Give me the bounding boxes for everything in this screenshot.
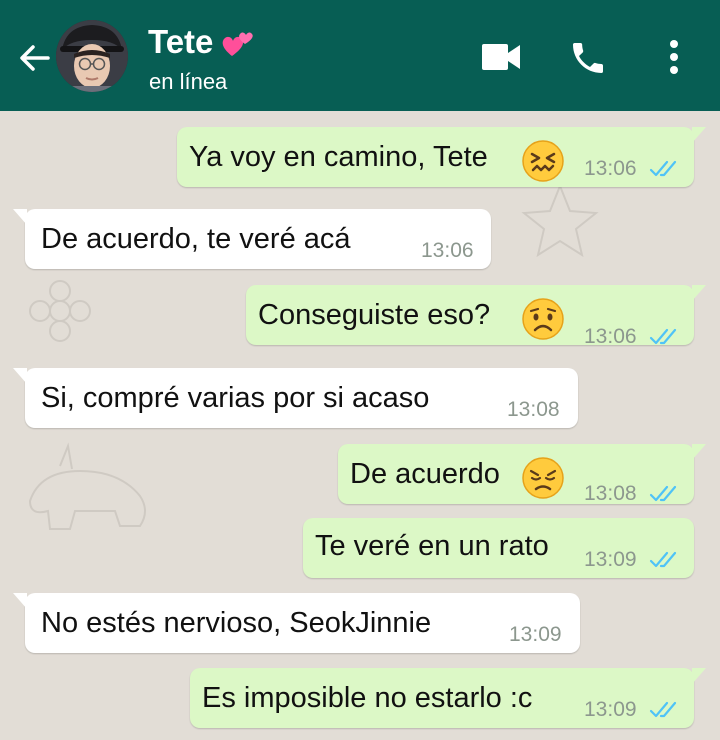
bubble-tail [692,127,706,143]
message-text: No estés nervioso, SeokJinnie [41,607,432,639]
message-time: 13:06 [584,325,637,348]
message-time: 13:09 [584,698,637,721]
chat-area[interactable]: Ya voy en camino, Tete 13:06 De acuerdo,… [0,111,720,740]
chat-header: Tete en línea [0,0,720,111]
more-options-icon[interactable] [664,38,684,78]
outgoing-message[interactable]: Es imposible no estarlo :c 13:09 [190,668,706,728]
message-time: 13:06 [421,239,474,262]
read-ticks-icon [649,328,677,345]
message-time: 13:09 [509,623,562,646]
outgoing-message[interactable]: Conseguiste eso? 13:06 [246,285,706,348]
message-time: 13:08 [507,398,560,421]
outgoing-message[interactable]: De acuerdo 13:08 [338,444,706,505]
contact-name[interactable]: Tete [148,22,255,62]
bubble-tail [13,368,27,384]
read-ticks-icon [649,485,677,502]
two-hearts-icon [223,32,254,57]
message-time: 13:08 [584,482,637,505]
voice-call-icon[interactable] [568,38,608,78]
bubble-tail [692,444,706,460]
bubble-tail [692,285,706,301]
message-text: Si, compré varias por si acaso [41,382,430,414]
wallpaper-flower-icon [29,280,91,342]
message-text: De acuerdo [350,458,500,490]
disappointed-face-emoji-icon [522,457,564,499]
message-time: 13:06 [584,157,637,180]
video-call-icon[interactable] [481,42,521,72]
message-text: Conseguiste eso? [258,299,491,331]
contact-avatar[interactable] [56,20,128,92]
outgoing-message[interactable]: Te veré en un rato 13:09 [303,518,694,578]
message-text: De acuerdo, te veré acá [41,223,351,255]
contact-status: en línea [149,69,228,94]
read-ticks-icon [649,701,677,718]
bubble-tail [692,668,706,684]
bubble-tail [13,209,27,225]
worried-face-emoji-icon [522,298,564,340]
incoming-message[interactable]: Si, compré varias por si acaso 13:08 [13,368,578,428]
contact-name-label: Tete [148,23,214,60]
confounded-face-emoji-icon [522,140,564,182]
outgoing-message[interactable]: Ya voy en camino, Tete 13:06 [177,127,706,187]
incoming-message[interactable]: De acuerdo, te veré acá 13:06 [13,209,491,269]
read-ticks-icon [649,160,677,177]
read-ticks-icon [649,551,677,568]
wallpaper-rhino-icon [28,442,146,530]
wallpaper-star-icon [521,183,599,258]
back-arrow-icon[interactable] [14,38,54,78]
message-time: 13:09 [584,548,637,571]
message-text: Es imposible no estarlo :c [202,682,533,714]
message-text: Te veré en un rato [315,530,549,562]
bubble-tail [13,593,27,609]
message-text: Ya voy en camino, Tete [189,141,488,173]
incoming-message[interactable]: No estés nervioso, SeokJinnie 13:09 [13,593,580,653]
